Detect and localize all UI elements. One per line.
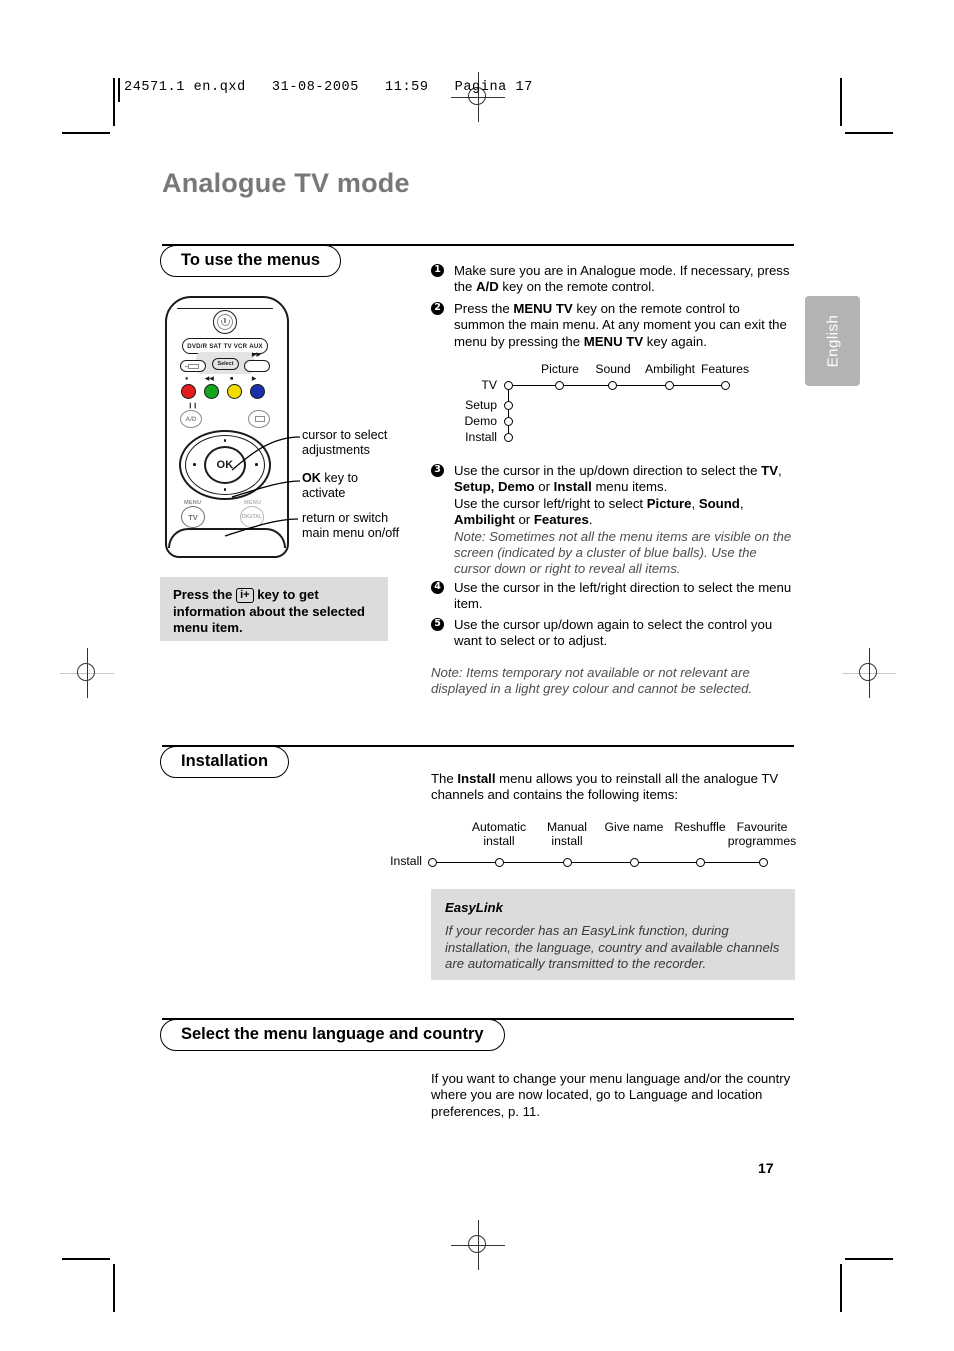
install-tree-line: [432, 861, 764, 864]
install-tree-label-reshuffle-l1: Reshuffle: [674, 820, 726, 834]
install-tree-label-manual: Manual install: [536, 820, 598, 848]
install-tree-label-automatic: Automatic install: [468, 820, 530, 848]
step-3-text: Use the cursor in the up/down direction …: [454, 463, 792, 577]
menu-tree-diagram: Picture Sound Ambilight Features TV Setu…: [431, 362, 761, 447]
install-tree-label-give-name-l1: Give name: [604, 820, 664, 834]
menu-tree-node-install: [504, 432, 513, 442]
install-tree-label-give-name: Give name: [600, 820, 668, 834]
callout-ok-line2: activate: [302, 486, 346, 500]
menu-tree-label-features: Features: [700, 362, 750, 376]
install-tree-label-manual-l1: Manual: [547, 820, 587, 834]
menu-tree-node-tv: [504, 380, 513, 390]
callout-return: return or switch main menu on/off: [302, 511, 399, 541]
menu-tree-label-sound: Sound: [595, 362, 631, 376]
menu-tree-line-vertical: [507, 385, 510, 437]
page-number: 17: [758, 1160, 774, 1176]
document-page: 24571.1 en.qxd 31-08-2005 11:59 Pagina 1…: [0, 0, 954, 1351]
callout-cursor-line2: adjustments: [302, 443, 370, 457]
step-4-number: 4: [431, 581, 444, 594]
install-tree-label-manual-l2: install: [551, 834, 583, 848]
step-2: 2 Press the MENU TV key on the remote co…: [431, 301, 793, 350]
step-1-text: Make sure you are in Analogue mode. If n…: [454, 263, 790, 295]
install-tree-node-root: [428, 857, 437, 867]
info-key-icon: i+: [236, 588, 254, 603]
install-tree-label-automatic-l2: install: [483, 834, 515, 848]
install-tree-node-manual: [563, 857, 572, 867]
callout-return-line1: return or switch: [302, 511, 389, 525]
install-tree-node-reshuffle: [696, 857, 705, 867]
callout-ok-rest: key to: [320, 471, 358, 485]
easylink-title: EasyLink: [445, 900, 503, 915]
info-box-before: Press the: [173, 587, 233, 602]
menu-tree-label-setup: Setup: [465, 398, 497, 412]
step-5: 5 Use the cursor up/down again to select…: [431, 617, 793, 650]
menu-tree-node-features: [721, 380, 730, 390]
section-heading-installation: Installation: [160, 746, 290, 778]
menu-tree-node-setup: [504, 400, 513, 410]
info-key-box: Press the i+ key to get information abou…: [160, 577, 388, 641]
step-4: 4 Use the cursor in the left/right direc…: [431, 580, 793, 613]
menus-final-note: Note: Items temporary not available or n…: [431, 665, 753, 697]
step-1: 1 Make sure you are in Analogue mode. If…: [431, 263, 793, 296]
menu-tree-label-demo: Demo: [464, 414, 497, 428]
install-tree-node-give-name: [630, 857, 639, 867]
step-2-number: 2: [431, 302, 444, 315]
menu-tree-node-picture: [555, 380, 564, 390]
callout-ok-bold: OK: [302, 471, 321, 485]
step-5-text: Use the cursor up/down again to select t…: [454, 617, 773, 649]
install-tree-diagram: Install Automatic install Manual install…: [378, 820, 796, 874]
install-tree-node-favourite: [759, 857, 768, 867]
menu-tree-label-install: Install: [465, 430, 497, 444]
menu-tree-label-ambilight: Ambilight: [644, 362, 696, 376]
install-tree-label-favourite-l1: Favourite: [736, 820, 788, 834]
step-2-text: Press the MENU TV key on the remote cont…: [454, 301, 787, 349]
language-country-body: If you want to change your menu language…: [431, 1071, 791, 1119]
step-1-number: 1: [431, 264, 444, 277]
install-tree-label-automatic-l1: Automatic: [471, 820, 527, 834]
menu-tree-node-sound: [608, 380, 617, 390]
easylink-box: EasyLink If your recorder has an EasyLin…: [431, 889, 795, 980]
install-tree-label-favourite: Favourite programmes: [724, 820, 800, 848]
step-4-text: Use the cursor in the left/right directi…: [454, 580, 792, 612]
step-3-number: 3: [431, 464, 444, 477]
menu-tree-label-tv: TV: [481, 378, 497, 392]
installation-intro: The Install menu allows you to reinstall…: [431, 771, 779, 803]
install-tree-label-favourite-l2: programmes: [727, 834, 797, 848]
step-5-number: 5: [431, 618, 444, 631]
easylink-body: If your recorder has an EasyLink functio…: [445, 923, 780, 972]
install-tree-node-automatic: [495, 857, 504, 867]
callout-cursor-line1: cursor to select: [302, 428, 388, 442]
step-3: 3 Use the cursor in the up/down directio…: [431, 463, 793, 578]
menu-tree-node-demo: [504, 416, 513, 426]
callout-cursor: cursor to select adjustments: [302, 428, 387, 458]
callout-return-line2: main menu on/off: [302, 526, 400, 540]
menu-tree-node-ambilight: [665, 380, 674, 390]
step-3-note: Note: Sometimes not all the menu items a…: [454, 528, 792, 577]
callout-ok: OK key to activate: [302, 471, 358, 501]
install-tree-label-install: Install: [390, 854, 422, 868]
menu-tree-label-picture: Picture: [541, 362, 579, 376]
install-tree-label-reshuffle: Reshuffle: [669, 820, 731, 834]
section-heading-language-country: Select the menu language and country: [160, 1019, 505, 1051]
menu-tree-line-horizontal: [508, 384, 726, 387]
